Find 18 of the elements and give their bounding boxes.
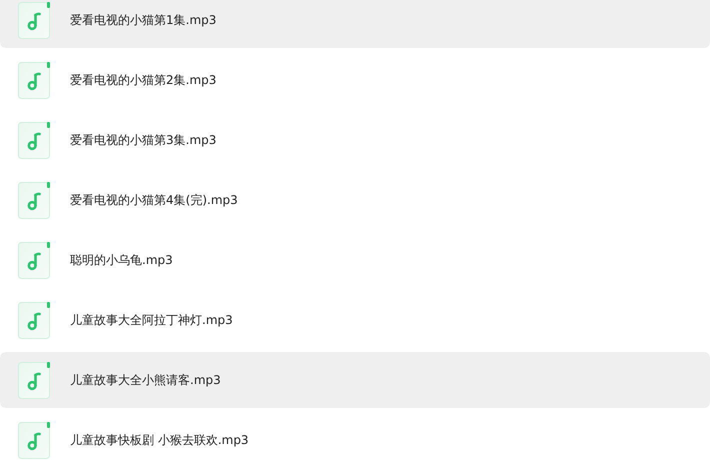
file-row[interactable]: 爱看电视的小猫第1集.mp3 [0, 0, 710, 48]
file-name: 儿童故事快板剧 小猴去联欢.mp3 [70, 432, 249, 448]
music-file-icon [18, 302, 50, 338]
file-name: 爱看电视的小猫第2集.mp3 [70, 72, 216, 88]
music-file-icon [18, 122, 50, 158]
file-name: 爱看电视的小猫第1集.mp3 [70, 12, 216, 28]
file-name: 聪明的小乌龟.mp3 [70, 252, 173, 268]
file-row[interactable]: 儿童故事大全小熊请客.mp3 [0, 352, 710, 408]
file-name: 爱看电视的小猫第4集(完).mp3 [70, 192, 238, 208]
music-file-icon [18, 422, 50, 458]
music-file-icon [18, 2, 50, 38]
music-file-icon [18, 62, 50, 98]
file-name: 儿童故事大全小熊请客.mp3 [70, 372, 221, 388]
music-file-icon [18, 242, 50, 278]
file-name: 儿童故事大全阿拉丁神灯.mp3 [70, 312, 233, 328]
file-name: 爱看电视的小猫第3集.mp3 [70, 132, 216, 148]
music-file-icon [18, 182, 50, 218]
music-file-icon [18, 362, 50, 398]
